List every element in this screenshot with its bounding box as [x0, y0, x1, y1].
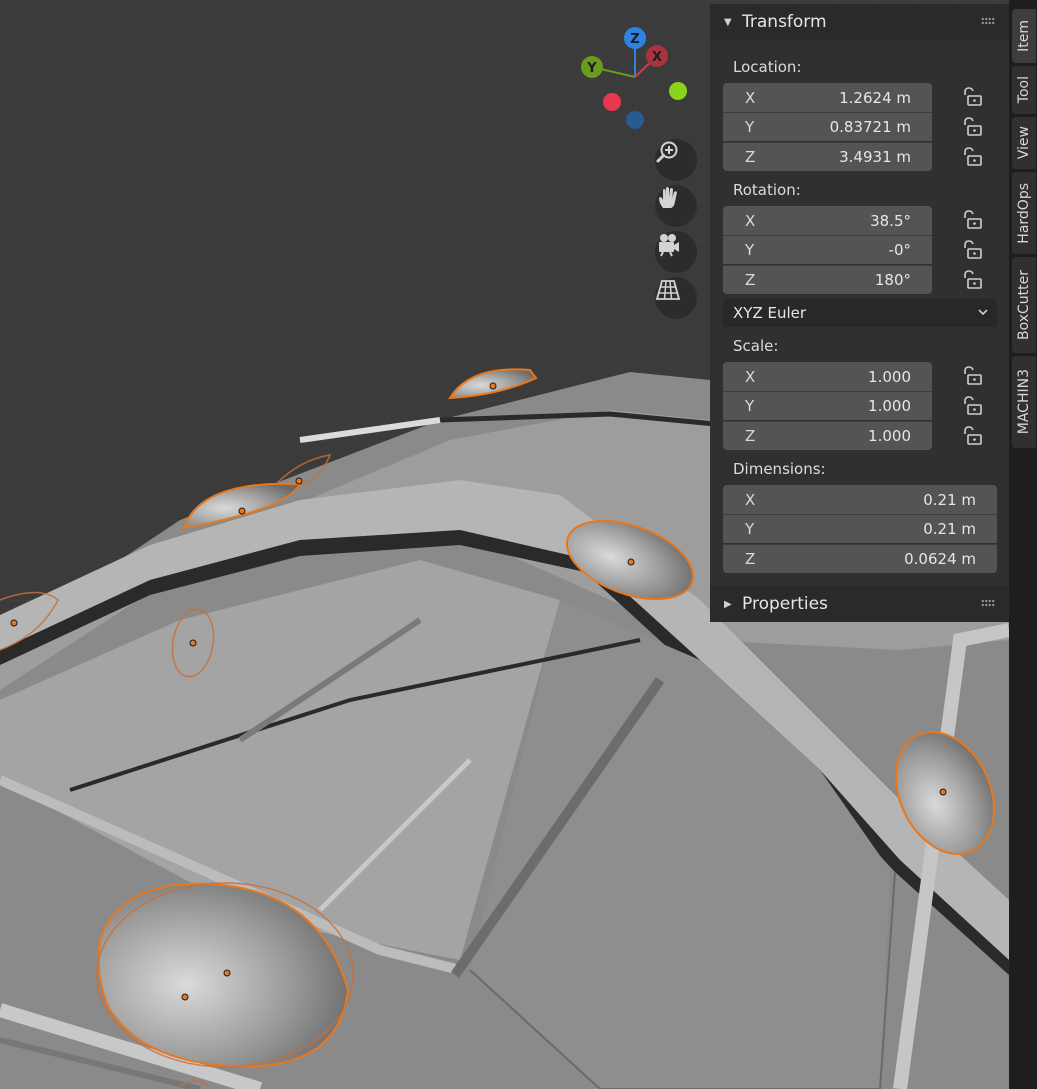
tab-boxcutter[interactable]: BoxCutter [1012, 257, 1036, 353]
axis-label: Y [745, 118, 755, 136]
tab-label: View [1016, 126, 1032, 160]
zoom-button[interactable] [655, 139, 697, 181]
lock-icon[interactable] [961, 117, 983, 137]
lock-icon[interactable] [961, 240, 983, 260]
expand-triangle-icon: ▶ [724, 598, 732, 610]
dimensions-z-field[interactable]: Z 0.0624 m [723, 544, 997, 573]
lock-icon[interactable] [961, 270, 983, 290]
rotation-mode-dropdown[interactable]: XYZ Euler [723, 298, 997, 327]
lock-icon[interactable] [961, 366, 983, 386]
lock-icon[interactable] [961, 396, 983, 416]
rotation-z-field[interactable]: Z 180° [723, 265, 932, 294]
pan-button[interactable] [655, 185, 697, 227]
rotation-x-field[interactable]: X 38.5° [723, 206, 932, 235]
camera-view-button[interactable] [655, 231, 697, 273]
tab-label: Tool [1016, 76, 1032, 104]
location-z-field[interactable]: Z 3.4931 m [723, 142, 932, 171]
axis-label: X [745, 88, 756, 107]
field-value: 0.21 m [923, 490, 976, 509]
dimensions-y-field[interactable]: Y 0.21 m [723, 514, 997, 543]
navigation-gizmo[interactable]: X Y Z [575, 22, 695, 132]
gizmo-z-label: Z [630, 32, 639, 47]
grid-perspective-icon [655, 280, 681, 300]
tab-tool[interactable]: Tool [1012, 66, 1036, 114]
tab-hardops[interactable]: HardOps [1012, 172, 1036, 254]
field-value: 1.000 [868, 367, 911, 386]
tab-machin3[interactable]: MACHIN3 [1012, 356, 1036, 448]
axis-label: Z [745, 427, 756, 445]
tab-item[interactable]: Item [1012, 9, 1036, 63]
field-value: 38.5° [870, 211, 911, 230]
sidebar-tab-strip: Item Tool View HardOps BoxCutter MACHIN3 [1009, 0, 1037, 1089]
field-value: 0.21 m [923, 520, 976, 538]
rotation-y-field[interactable]: Y -0° [723, 235, 932, 264]
axis-label: Y [745, 241, 755, 259]
axis-label: X [745, 367, 756, 386]
field-value: 0.0624 m [904, 550, 976, 568]
lock-icon[interactable] [961, 147, 983, 167]
axis-label: X [745, 490, 756, 509]
axis-label: Y [745, 397, 755, 415]
axis-label: Y [745, 520, 755, 538]
field-value: 1.000 [868, 397, 911, 415]
scale-z-field[interactable]: Z 1.000 [723, 421, 932, 450]
axis-label: Z [745, 271, 756, 289]
properties-title: Properties [742, 594, 828, 614]
scale-x-field[interactable]: X 1.000 [723, 362, 932, 391]
tab-view[interactable]: View [1012, 117, 1036, 169]
transform-title: Transform [742, 12, 827, 32]
field-value: 1.2624 m [839, 88, 911, 107]
location-y-field[interactable]: Y 0.83721 m [723, 112, 932, 141]
location-label: Location: [733, 58, 802, 76]
lock-icon[interactable] [961, 426, 983, 446]
collapse-triangle-icon: ▼ [724, 16, 732, 28]
lock-icon[interactable] [961, 210, 983, 230]
hand-icon [659, 187, 677, 208]
tab-label: HardOps [1016, 182, 1032, 244]
axis-label: Z [745, 550, 756, 568]
field-value: 180° [874, 271, 911, 289]
transform-panel-header[interactable]: ▼ Transform [710, 4, 1009, 40]
zoom-icon [656, 141, 678, 163]
scale-label: Scale: [733, 337, 779, 355]
tab-label: BoxCutter [1016, 269, 1032, 341]
dimensions-label: Dimensions: [733, 460, 826, 478]
scale-y-field[interactable]: Y 1.000 [723, 391, 932, 420]
field-value: 3.4931 m [839, 148, 911, 166]
axis-label: Z [745, 148, 756, 166]
perspective-toggle-button[interactable] [655, 277, 697, 319]
field-value: -0° [888, 241, 911, 259]
chevron-down-icon [978, 309, 988, 316]
drag-handle-icon[interactable] [981, 17, 995, 25]
tab-label: Item [1016, 20, 1032, 52]
rotation-mode-value: XYZ Euler [733, 303, 807, 322]
tab-label: MACHIN3 [1016, 369, 1032, 435]
rotation-label: Rotation: [733, 181, 801, 199]
axis-label: X [745, 211, 756, 230]
lock-icon[interactable] [961, 87, 983, 107]
field-value: 1.000 [868, 427, 911, 445]
axis-gizmo[interactable]: X Y Z [575, 22, 695, 132]
properties-panel-header[interactable]: ▶ Properties [710, 586, 1009, 622]
sidebar-panel: ▼ Transform Location: X 1.2624 m Y 0.837… [710, 4, 1009, 622]
dimensions-x-field[interactable]: X 0.21 m [723, 485, 997, 514]
gizmo-x-label: X [652, 50, 662, 65]
location-x-field[interactable]: X 1.2624 m [723, 83, 932, 112]
field-value: 0.83721 m [829, 118, 911, 136]
drag-handle-icon[interactable] [981, 599, 995, 607]
camera-icon [659, 234, 679, 257]
gizmo-y-label: Y [586, 61, 597, 76]
